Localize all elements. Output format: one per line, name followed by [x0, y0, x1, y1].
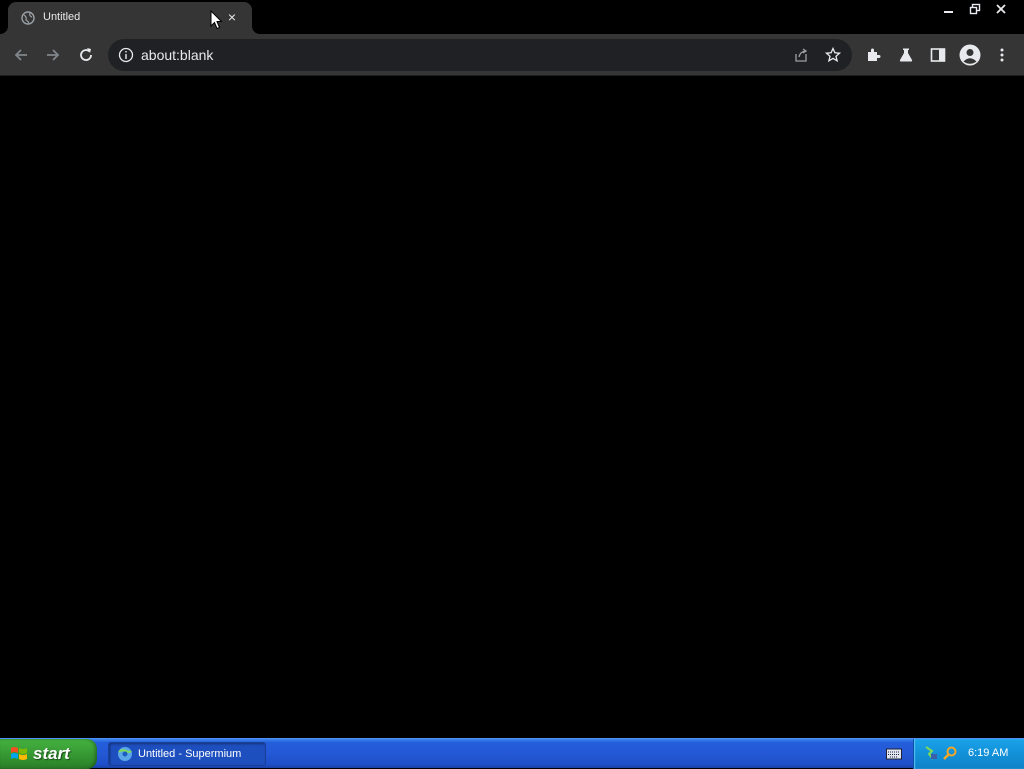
taskbar-item-label: Untitled - Supermium [138, 748, 242, 760]
star-icon[interactable] [824, 46, 842, 64]
supermium-icon [118, 747, 132, 761]
search-icon[interactable] [942, 745, 958, 761]
windows-logo-icon [11, 747, 27, 760]
start-label: start [33, 744, 70, 763]
profile-icon[interactable] [958, 43, 982, 67]
network-icon[interactable] [923, 745, 939, 761]
title-bar: Untitled × [0, 0, 1024, 34]
browser-window: Untitled × about:blank [0, 0, 1024, 738]
clock[interactable]: 6:19 AM [968, 747, 1008, 759]
system-tray: 6:19 AM [913, 739, 1024, 769]
keyboard-icon[interactable] [886, 748, 902, 760]
restore-icon[interactable] [962, 0, 988, 18]
flask-icon[interactable] [894, 43, 918, 67]
share-icon[interactable] [792, 46, 810, 64]
address-text[interactable]: about:blank [141, 47, 213, 63]
mouse-cursor-icon [210, 10, 222, 30]
side-panel-icon[interactable] [926, 43, 950, 67]
minimize-icon[interactable] [936, 0, 962, 18]
taskbar: start Untitled - Supermium 6:19 AM [0, 738, 1024, 769]
puzzle-icon[interactable] [862, 43, 886, 67]
globe-icon [21, 11, 35, 25]
taskbar-item-supermium[interactable]: Untitled - Supermium [108, 742, 266, 766]
tab-close-icon[interactable]: × [224, 9, 240, 25]
page-content[interactable] [0, 77, 1024, 738]
back-icon[interactable] [9, 43, 33, 67]
close-icon[interactable] [988, 0, 1014, 18]
address-bar[interactable]: about:blank [108, 39, 852, 71]
window-controls [936, 0, 1014, 18]
reload-icon[interactable] [74, 43, 98, 67]
forward-icon[interactable] [41, 43, 65, 67]
tab-title: Untitled [43, 11, 81, 23]
toolbar: about:blank [0, 34, 1024, 76]
kebab-menu-icon[interactable] [990, 43, 1014, 67]
info-icon[interactable] [118, 47, 134, 63]
start-button[interactable]: start [0, 739, 97, 769]
